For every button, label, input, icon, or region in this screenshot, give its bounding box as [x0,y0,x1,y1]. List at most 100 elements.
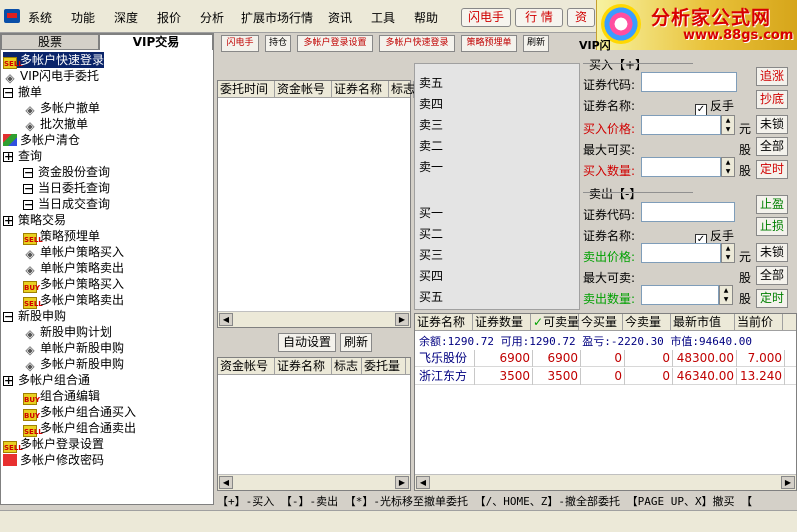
scroll-right-icon[interactable]: ▶ [395,476,409,489]
scroll-right-icon[interactable]: ▶ [781,476,795,489]
tree-item[interactable]: + 查询 [3,148,42,164]
menu-quote[interactable]: 报价 [157,9,181,26]
scroll-left-icon[interactable]: ◀ [219,476,233,489]
stop-loss-button[interactable]: 止损 [756,217,788,236]
menu-system[interactable]: 系统 [28,9,52,26]
menu-depth[interactable]: 深度 [114,9,138,26]
tree-item[interactable]: ◈ 单帐户新股申购 [23,340,124,356]
tree-item[interactable]: SELL多帐户快速登录 [3,52,105,69]
col-account[interactable]: 资金帐号 [275,81,332,98]
col-security-qty[interactable]: 证券数量 [473,314,531,331]
tree-item[interactable]: 多帐户修改密码 [3,452,104,468]
col-order-time[interactable]: 委托时间 [218,81,275,98]
buy-timed-button[interactable]: 定时 [756,160,788,179]
tree-item[interactable]: ◈ 单帐户策略卖出 [23,260,124,276]
chase-rise-button[interactable]: 追涨 [756,67,788,86]
col-order-qty[interactable]: 委托量 [362,358,406,375]
tree-item[interactable]: + 策略交易 [3,212,66,228]
buy-price-spinner[interactable]: ▲ ▼ [721,115,735,135]
menu-help[interactable]: 帮助 [414,9,438,26]
order-grid-hscrollbar[interactable]: ◀ ▶ [218,311,410,327]
tree-item[interactable]: − 新股申购 [3,308,66,324]
col-security-name[interactable]: 证券名称 [332,81,389,98]
buy-reverse-checkbox[interactable]: ✓ 反手 [695,97,734,116]
table-row[interactable]: 飞乐股份 6900 6900 0 0 48300.00 7.000 [415,350,796,367]
positions-button[interactable]: 持仓 [265,35,291,52]
flash-hand-button[interactable]: 闪电手 [221,35,259,52]
menu-analysis[interactable]: 分析 [200,9,224,26]
strategy-preorder-button[interactable]: 策略预埋单 [461,35,517,52]
tree-item[interactable]: SELL多帐户策略卖出 [23,292,124,309]
sell-qty-input[interactable] [641,285,719,305]
info-top-button[interactable]: 资 [567,8,595,27]
multi-quick-login-button[interactable]: 多帐户快速登录 [379,35,455,52]
sell-price-input[interactable] [641,243,721,263]
tree-item[interactable]: BUY多帐户组合通买入 [23,404,136,421]
tree-item[interactable]: ◈ 单帐户策略买入 [23,244,124,260]
col-flag[interactable]: 标志 [389,81,415,98]
col-today-buy[interactable]: 今买量 [579,314,623,331]
buy-code-input[interactable] [641,72,737,92]
tree-item[interactable]: − 当日成交查询 [23,196,110,212]
col-current-price[interactable]: 当前价 [735,314,783,331]
tree-item[interactable]: BUY组合通编辑 [23,388,100,405]
buy-all-button[interactable]: 全部 [756,137,788,156]
tree-item[interactable]: BUY多帐户策略买入 [23,276,124,293]
tab-stock[interactable]: 股票 [1,34,99,50]
tree-item[interactable]: − 撤单 [3,84,42,100]
sell-unlock-button[interactable]: 未锁 [756,243,788,262]
tree-item[interactable]: ◈ 新股申购计划 [23,324,112,340]
market-top-button[interactable]: 行 情 [515,8,563,27]
tree-item[interactable]: ◈ 多帐户撤单 [23,100,100,116]
sell-price-unit: 元 [739,250,752,264]
sell-timed-button[interactable]: 定时 [756,289,788,308]
buy-qty-input[interactable] [641,157,721,177]
tree-item[interactable]: − 资金股份查询 [23,164,110,180]
buy-price-input[interactable] [641,115,721,135]
tree-item[interactable]: + 多帐户组合通 [3,372,90,388]
flash-hand-top-button[interactable]: 闪电手 [461,8,511,27]
tree-item[interactable]: ◈ 批次撤单 [23,116,88,132]
col-account[interactable]: 资金帐号 [218,358,275,375]
tree-item[interactable]: SELL多帐户组合通卖出 [23,420,136,437]
take-profit-button[interactable]: 止盈 [756,195,788,214]
tree-item[interactable]: ◈ 多帐户新股申购 [23,356,124,372]
tree-item[interactable]: − 当日委托查询 [23,180,110,196]
menu-news[interactable]: 资讯 [328,9,352,26]
sell-code-input[interactable] [641,202,735,222]
refresh-orders-button[interactable]: 刷新 [340,333,372,352]
positions-hscrollbar[interactable]: ◀ ▶ [415,474,796,490]
vip-label: VIP闪 [579,39,611,52]
tree-item[interactable]: SELL多帐户登录设置 [3,436,104,453]
col-sellable[interactable]: ✓可卖量 [531,314,579,331]
refresh-toolbar-button[interactable]: 刷新 [523,35,549,52]
scroll-left-icon[interactable]: ◀ [416,476,430,489]
menu-extended-market[interactable]: 扩展市场行情 [241,9,313,26]
col-security-name[interactable]: 证券名称 [275,358,332,375]
sell-price-spinner[interactable]: ▲ ▼ [721,243,735,263]
account-grid-hscrollbar[interactable]: ◀ ▶ [218,474,410,490]
auto-setting-button[interactable]: 自动设置 [278,333,336,352]
table-row[interactable]: 浙江东方 3500 3500 0 0 46340.00 13.240 [415,368,796,385]
col-security-name[interactable]: 证券名称 [415,314,473,331]
scroll-right-icon[interactable]: ▶ [395,313,409,326]
tree-item[interactable]: ◈ VIP闪电手委托 [3,68,99,84]
tree-item-label: 多帐户快速登录 [20,53,105,67]
menu-tools[interactable]: 工具 [371,9,395,26]
menu-function[interactable]: 功能 [71,9,95,26]
cell-sell: 0 [627,368,673,385]
multi-login-settings-button[interactable]: 多帐户登录设置 [297,35,373,52]
tree-item[interactable]: SELL策略预埋单 [23,228,100,245]
buy-qty-spinner[interactable]: ▲ ▼ [721,157,735,177]
col-today-sell[interactable]: 今卖量 [623,314,671,331]
buy-dip-button[interactable]: 抄底 [756,90,788,109]
col-flag[interactable]: 标志 [332,358,362,375]
positions-header: 证券名称 证券数量 ✓可卖量 今买量 今卖量 最新市值 当前价 [415,314,796,331]
sell-qty-spinner[interactable]: ▲ ▼ [719,285,733,305]
tree-item[interactable]: 多帐户清仓 [3,132,80,148]
col-market-value[interactable]: 最新市值 [671,314,735,331]
scroll-left-icon[interactable]: ◀ [219,313,233,326]
sell-all-button[interactable]: 全部 [756,266,788,285]
tab-vip-trade[interactable]: VIP交易 [99,34,213,50]
buy-unlock-button[interactable]: 未锁 [756,115,788,134]
